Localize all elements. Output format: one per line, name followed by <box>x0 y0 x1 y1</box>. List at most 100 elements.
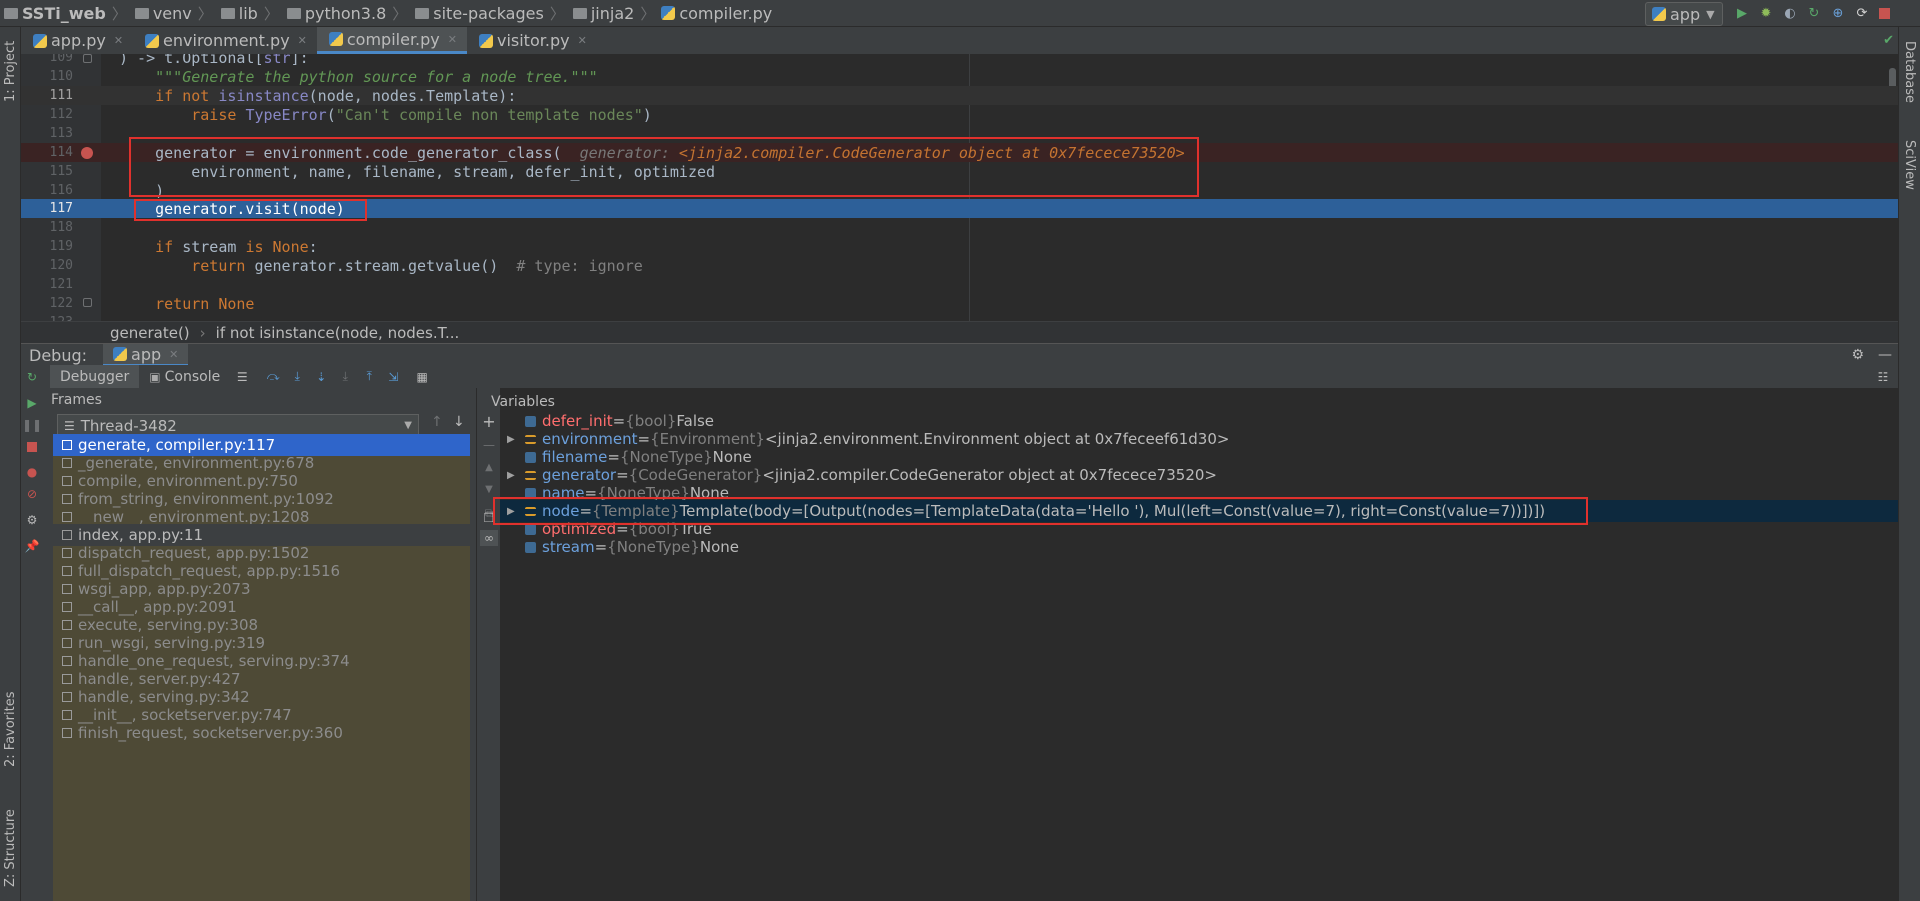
show-watches-icon[interactable]: ∞ <box>480 530 498 546</box>
new-watch-icon[interactable]: + <box>482 412 496 431</box>
favorites-tool-tab[interactable]: 2: Favorites <box>3 691 18 767</box>
debug-session-tab[interactable]: app ✕ <box>103 344 189 366</box>
python-icon <box>1652 7 1666 21</box>
code-editor[interactable]: 109 ) -> t.Optional[str]: 110 """Generat… <box>21 54 1898 321</box>
frames-list[interactable]: generate, compiler.py:117 _generate, env… <box>53 434 470 901</box>
database-tool-tab[interactable]: Database <box>1902 41 1917 103</box>
step-into-my-code-icon[interactable]: ⇣ <box>314 370 328 384</box>
step-over-icon[interactable]: ⤼ <box>266 369 280 384</box>
pin-icon[interactable]: 📌 <box>25 539 40 553</box>
resume-icon[interactable]: ▶ <box>25 396 39 410</box>
folder-icon <box>415 7 430 19</box>
frame-icon <box>62 674 72 684</box>
breadcrumb-project[interactable]: SSTi_web 〉 <box>0 3 127 24</box>
run-configuration-select[interactable]: app ▼ <box>1645 2 1723 26</box>
stop-icon[interactable] <box>25 440 39 454</box>
frame-icon <box>62 494 72 504</box>
variable-row[interactable]: stream = {NoneType} None <box>500 536 1898 558</box>
debug-tool-window-header: Debug: app ✕ ⚙ — <box>21 343 1898 366</box>
structure-tool-tab[interactable]: Z: Structure <box>3 809 18 887</box>
fold-icon[interactable] <box>83 54 92 63</box>
mute-breakpoints-icon[interactable]: ⊘ <box>25 487 39 501</box>
code-line: 120 return generator.stream.getvalue() #… <box>49 257 643 275</box>
move-up-icon[interactable]: ▲ <box>482 460 496 474</box>
previous-frame-icon[interactable]: ↑ <box>431 414 443 430</box>
close-icon[interactable]: ✕ <box>578 34 587 47</box>
step-out-icon[interactable]: ⤒ <box>362 369 376 384</box>
breadcrumb-condition[interactable]: if not isinstance(node, nodes.T... <box>216 324 460 342</box>
breadcrumb-file[interactable]: compiler.py <box>655 4 772 23</box>
frame-icon <box>62 656 72 666</box>
run-to-cursor-icon[interactable]: ⇲ <box>386 370 400 384</box>
tab-visitor-py[interactable]: visitor.py ✕ <box>467 27 597 54</box>
remove-watch-icon[interactable]: — <box>482 438 496 452</box>
tab-debugger[interactable]: Debugger <box>50 365 140 388</box>
next-frame-icon[interactable]: ↓ <box>453 414 465 430</box>
frame-icon <box>62 440 72 450</box>
thread-icon: ☰ <box>64 418 75 433</box>
settings-gear-icon[interactable]: ⚙ <box>25 513 39 527</box>
close-icon[interactable]: ✕ <box>448 33 457 46</box>
menu-icon[interactable]: ☰ <box>235 370 249 384</box>
pause-icon[interactable]: ❚❚ <box>22 418 42 432</box>
frame-icon <box>62 728 72 738</box>
primitive-variable-icon <box>525 523 536 535</box>
step-into-icon[interactable]: ⤓ <box>290 369 304 384</box>
restore-layout-icon[interactable]: ☷ <box>1876 370 1890 384</box>
rerun-icon[interactable]: ↻ <box>25 370 39 384</box>
expand-icon[interactable]: ▶ <box>507 434 515 445</box>
tab-app-py[interactable]: app.py ✕ <box>21 27 133 54</box>
right-tool-strip: Database SciView <box>1898 27 1920 901</box>
python-icon <box>113 347 128 361</box>
force-step-into-icon[interactable]: ⤓ <box>338 369 352 384</box>
profile-icon[interactable]: ↻ <box>1806 5 1822 21</box>
folder-icon <box>4 7 18 19</box>
rerun-icon[interactable]: ⟳ <box>1854 5 1870 21</box>
run-icon[interactable]: ▶ <box>1734 5 1750 21</box>
frames-header: Frames <box>51 392 102 408</box>
tab-environment-py[interactable]: environment.py ✕ <box>133 27 317 54</box>
tab-console[interactable]: ▣ Console <box>139 365 230 388</box>
tab-compiler-py[interactable]: compiler.py ✕ <box>316 27 467 54</box>
project-tool-tab[interactable]: 1: Project <box>3 41 18 102</box>
python-file-icon <box>33 33 47 48</box>
code-line: 112 raise TypeError("Can't compile non t… <box>49 106 652 124</box>
settings-gear-icon[interactable]: ⚙ <box>1851 347 1864 363</box>
close-icon[interactable]: ✕ <box>114 34 123 47</box>
primitive-variable-icon <box>525 541 536 553</box>
code-line: 121 <box>49 277 73 292</box>
debug-actions-column: ▶ ❚❚ ● ⊘ ⚙ 📌 <box>21 388 43 901</box>
breadcrumb-folder[interactable]: venv 〉 <box>127 3 213 24</box>
breadcrumb-folder[interactable]: python3.8 〉 <box>279 3 407 24</box>
debug-icon[interactable]: ✹ <box>1758 5 1774 21</box>
frame-icon <box>62 476 72 486</box>
coverage-icon[interactable]: ◐ <box>1782 5 1798 21</box>
move-down-icon[interactable]: ▼ <box>482 482 496 496</box>
frame-icon <box>62 710 72 720</box>
fold-icon[interactable] <box>83 298 92 307</box>
concurrency-icon[interactable]: ⊕ <box>1830 5 1846 21</box>
view-breakpoints-icon[interactable]: ● <box>25 465 39 479</box>
breadcrumb-folder[interactable]: lib 〉 <box>213 3 279 24</box>
sciview-tool-tab[interactable]: SciView <box>1902 140 1917 190</box>
evaluate-expression-icon[interactable]: ▦ <box>415 370 429 384</box>
breadcrumb-folder[interactable]: jinja2 〉 <box>565 3 655 24</box>
highlight-box <box>493 497 1588 525</box>
object-variable-icon <box>525 434 536 444</box>
frame-item[interactable]: finish_request, socketserver.py:360 <box>53 722 470 744</box>
close-icon[interactable]: ✕ <box>169 348 178 361</box>
expand-icon[interactable]: ▶ <box>507 470 515 481</box>
python-file-icon <box>145 33 160 48</box>
close-icon[interactable]: ✕ <box>298 34 307 47</box>
python-file-icon <box>478 33 493 48</box>
frame-icon <box>62 602 72 612</box>
variables-panel: Variables defer_init = {bool} False ▶ en… <box>491 388 1898 901</box>
stop-icon[interactable] <box>1876 5 1892 21</box>
variables-header: Variables <box>491 394 555 410</box>
breakpoint-icon[interactable] <box>81 147 93 159</box>
breadcrumb-function[interactable]: generate() <box>110 324 190 342</box>
breadcrumb-folder[interactable]: site-packages 〉 <box>407 3 565 24</box>
highlight-box <box>134 199 367 221</box>
minimize-icon[interactable]: — <box>1878 347 1892 363</box>
frame-icon <box>62 620 72 630</box>
